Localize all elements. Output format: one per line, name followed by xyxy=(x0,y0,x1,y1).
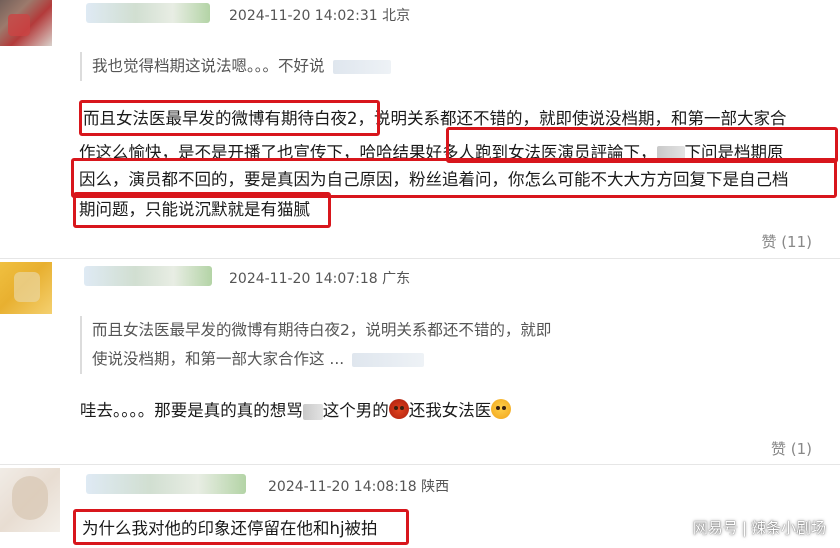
avatar[interactable] xyxy=(0,262,52,314)
watermark-brand: 网易号 xyxy=(692,519,738,537)
quoted-reply-text-line: 使说没档期，和第一部大家合作这 ... xyxy=(92,345,551,374)
comment-text-segment: 还我女法医 xyxy=(408,401,492,420)
quoted-reply: 我也觉得档期这说法嗯。。。不好说 xyxy=(80,52,391,81)
comment-meta: 2024-11-20 14:07:18 广东 xyxy=(229,271,411,287)
username-redacted[interactable] xyxy=(84,266,212,286)
watermark-separator: | xyxy=(741,519,747,537)
comment-text-line: 为什么我对他的印象还停留在他和hj被拍 xyxy=(82,519,378,538)
angry-face-emoji-icon xyxy=(388,399,409,419)
username-redacted[interactable] xyxy=(86,474,246,494)
redacted-word xyxy=(302,403,323,420)
crying-face-emoji-icon xyxy=(491,399,512,419)
comment-text-line: 哇去。。。。那要是真的真的想骂 这个男的 还我女法医 xyxy=(80,394,512,428)
avatar[interactable] xyxy=(0,0,52,46)
comment-text-line: 因么，演员都不回的，要是真因为自己原因，粉丝追着问，你怎么可能不大大方方回复下是… xyxy=(79,170,789,189)
quoted-reply-text: 使说没档期，和第一部大家合作这 ... xyxy=(92,350,345,368)
like-button[interactable]: 赞 (11) xyxy=(761,231,812,252)
comment-meta: 2024-11-20 14:02:31 北京 xyxy=(229,8,411,24)
redacted-word xyxy=(656,145,685,162)
comment-text-segment: 哇去。。。。那要是真的真的想骂 xyxy=(80,401,303,420)
comment-text-segment: 这个男的 xyxy=(322,401,389,420)
comment-text-line: 而且女法医最早发的微博有期待白夜2，说明关系都还不错的，就即使说没档期，和第一部… xyxy=(83,109,787,128)
watermark-author: 辣条小剧场 xyxy=(750,519,826,537)
comment-text-line: 期问题，只能说沉默就是有猫腻 xyxy=(79,200,310,219)
avatar-blur xyxy=(12,476,48,520)
comment-meta: 2024-11-20 14:08:18 陕西 xyxy=(268,479,450,495)
avatar[interactable] xyxy=(0,468,60,532)
quoted-username-redacted xyxy=(352,352,425,367)
comment-text-segment: 作这么愉快，是不是开播了也宣传下，哈哈结果好多人跑到女法医演员評論下， xyxy=(79,143,657,162)
like-button[interactable]: 赞 (1) xyxy=(771,438,812,459)
quoted-reply-text: 我也觉得档期这说法嗯。。。不好说 xyxy=(92,57,325,75)
divider xyxy=(0,464,840,465)
username-redacted[interactable] xyxy=(86,3,210,23)
comment-text-segment: 下问是档期原 xyxy=(684,143,784,162)
avatar-blur xyxy=(8,14,30,36)
avatar-blur xyxy=(14,272,40,302)
quoted-reply-text: 而且女法医最早发的微博有期待白夜2，说明关系都还不错的，就即 xyxy=(92,321,552,339)
quoted-username-redacted xyxy=(332,59,391,74)
watermark: 网易号 | 辣条小剧场 xyxy=(693,517,826,538)
divider xyxy=(0,258,840,259)
quoted-reply: 而且女法医最早发的微博有期待白夜2，说明关系都还不错的，就即 使说没档期，和第一… xyxy=(80,316,551,374)
